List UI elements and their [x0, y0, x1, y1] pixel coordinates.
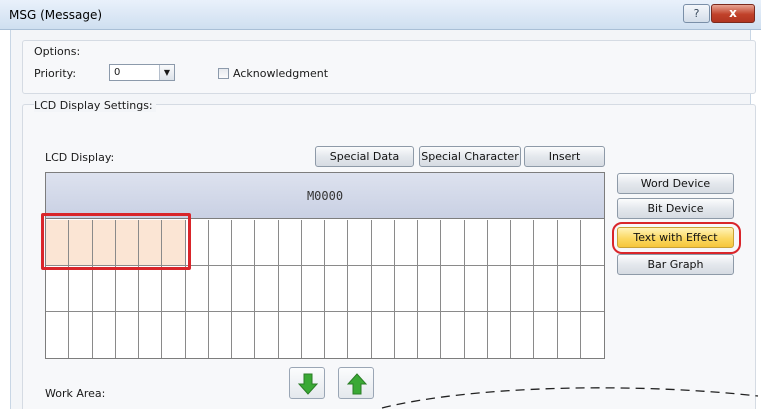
help-button[interactable]: ? — [683, 4, 710, 23]
lcd-cell[interactable] — [465, 312, 488, 358]
lcd-cell[interactable] — [557, 220, 581, 266]
lcd-cell[interactable] — [441, 312, 465, 358]
options-group-label: Options: — [34, 45, 81, 58]
window-title: MSG (Message) — [9, 8, 103, 22]
priority-value: 0 — [114, 67, 121, 78]
lcd-cell[interactable] — [46, 312, 70, 358]
lcd-cell[interactable] — [395, 312, 418, 358]
lcd-cell[interactable] — [488, 312, 511, 358]
lcd-cell[interactable] — [301, 220, 325, 266]
lcd-cell[interactable] — [232, 266, 256, 312]
lcd-cell[interactable] — [325, 266, 349, 312]
green-down-arrow-icon — [297, 373, 319, 395]
special-data-button[interactable]: Special Data — [315, 146, 414, 167]
move-up-button[interactable] — [338, 367, 374, 399]
lcd-cell[interactable] — [511, 312, 535, 358]
bit-device-button[interactable]: Bit Device — [617, 198, 734, 219]
lcd-cell[interactable] — [394, 266, 418, 312]
lcd-cell[interactable] — [487, 220, 511, 266]
move-down-button[interactable] — [289, 367, 325, 399]
bar-graph-button[interactable]: Bar Graph — [617, 254, 734, 275]
lcd-cell[interactable] — [209, 312, 232, 358]
lcd-cell[interactable] — [580, 266, 604, 312]
acknowledgment-checkbox[interactable] — [218, 68, 229, 79]
lcd-cell[interactable] — [232, 220, 256, 266]
lcd-cell[interactable] — [511, 266, 535, 312]
lcd-cell[interactable] — [46, 266, 70, 312]
lcd-cell[interactable] — [441, 266, 465, 312]
lcd-cell[interactable] — [93, 312, 116, 358]
lcd-cell[interactable] — [487, 266, 511, 312]
lcd-cell[interactable] — [185, 266, 209, 312]
lcd-cell[interactable] — [232, 312, 256, 358]
lcd-cell[interactable] — [325, 220, 349, 266]
lcd-cell[interactable] — [511, 220, 535, 266]
lcd-cell[interactable] — [348, 312, 372, 358]
lcd-cell[interactable] — [255, 312, 279, 358]
lcd-cell[interactable] — [580, 220, 604, 266]
acknowledgment-label[interactable]: Acknowledgment — [233, 67, 328, 80]
lcd-cell[interactable] — [348, 266, 372, 312]
priority-label: Priority: — [34, 67, 77, 80]
priority-select[interactable]: 0 ▼ — [109, 64, 175, 81]
lcd-cell[interactable] — [557, 266, 581, 312]
lcd-cell[interactable] — [278, 220, 302, 266]
lcd-cell[interactable] — [394, 220, 418, 266]
lcd-cell[interactable] — [139, 312, 163, 358]
lcd-cell[interactable] — [279, 312, 302, 358]
lcd-cell[interactable] — [464, 220, 488, 266]
lcd-cell[interactable] — [372, 312, 395, 358]
lcd-cell[interactable] — [371, 266, 395, 312]
work-area-label: Work Area: — [45, 387, 106, 400]
lcd-cell[interactable] — [418, 220, 442, 266]
lcd-cell[interactable] — [255, 266, 279, 312]
lcd-cell[interactable] — [418, 266, 442, 312]
lcd-cell[interactable] — [255, 220, 279, 266]
lcd-cell[interactable] — [464, 266, 488, 312]
lcd-cell[interactable] — [116, 312, 139, 358]
lcd-cell[interactable] — [92, 266, 116, 312]
lcd-cell[interactable] — [558, 312, 581, 358]
lcd-cell[interactable] — [325, 312, 349, 358]
lcd-cell[interactable] — [534, 266, 558, 312]
lcd-cell[interactable] — [534, 312, 558, 358]
zoom-callout-curve — [381, 387, 759, 409]
word-device-button[interactable]: Word Device — [617, 173, 734, 194]
lcd-cell[interactable] — [162, 312, 186, 358]
lcd-cell[interactable] — [581, 312, 604, 358]
title-bar: MSG (Message) ? x — [0, 0, 761, 30]
lcd-cell[interactable] — [69, 312, 93, 358]
lcd-cell[interactable] — [208, 266, 232, 312]
selected-cells-highlight — [41, 213, 191, 270]
text-with-effect-highlight — [612, 222, 741, 254]
lcd-cell[interactable] — [371, 220, 395, 266]
lcd-cell[interactable] — [301, 266, 325, 312]
lcd-cell[interactable] — [208, 220, 232, 266]
close-button[interactable]: x — [711, 4, 755, 23]
chevron-down-icon[interactable]: ▼ — [159, 65, 174, 80]
green-up-arrow-icon — [346, 373, 368, 395]
lcd-cell[interactable] — [278, 266, 302, 312]
lcd-cell[interactable] — [441, 220, 465, 266]
lcd-cell[interactable] — [162, 266, 186, 312]
insert-button[interactable]: Insert — [524, 146, 605, 167]
lcd-cell[interactable] — [139, 266, 163, 312]
lcd-cell[interactable] — [348, 220, 372, 266]
lcd-cell[interactable] — [69, 266, 93, 312]
lcd-display-label: LCD Display: — [45, 151, 115, 164]
lcd-cell[interactable] — [115, 266, 139, 312]
lcd-settings-group-label: LCD Display Settings: — [34, 99, 156, 112]
lcd-cell[interactable] — [418, 312, 442, 358]
lcd-cell[interactable] — [186, 312, 209, 358]
special-character-button[interactable]: Special Character — [419, 146, 521, 167]
lcd-cell[interactable] — [302, 312, 325, 358]
lcd-cell[interactable] — [534, 220, 558, 266]
